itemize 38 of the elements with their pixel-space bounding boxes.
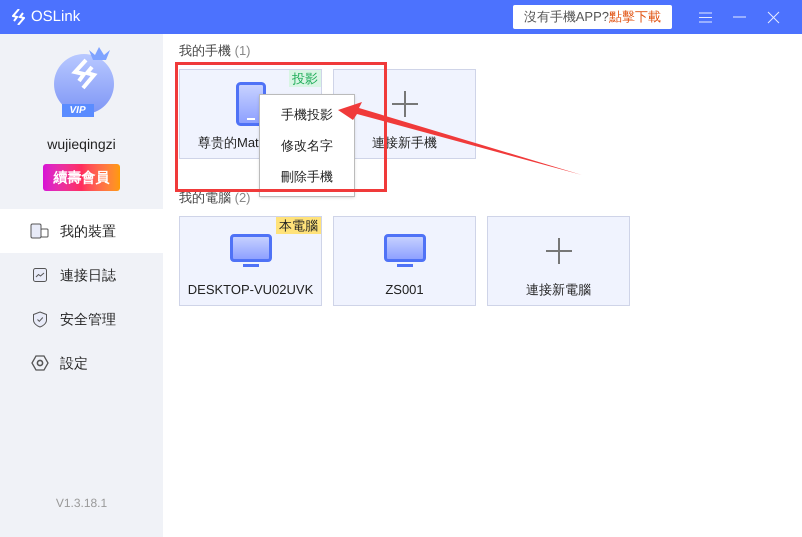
window-title: OSLink: [31, 6, 80, 27]
download-app-button[interactable]: 沒有手機APP?點擊下載: [512, 5, 672, 29]
sidebar-label: 設定: [60, 354, 88, 372]
shield-icon: [32, 310, 48, 328]
sidebar-label: 連接日誌: [60, 266, 116, 284]
minimize-icon: [732, 16, 746, 18]
device-name: 尊贵的Mat: [198, 135, 259, 151]
bolt-logo-icon: [12, 9, 25, 25]
devices-icon: [30, 223, 50, 239]
close-icon: [766, 10, 780, 24]
menu-icon: [698, 12, 712, 22]
section-title: 我的手機 (1): [179, 43, 251, 59]
device-tag: 本電腦: [276, 217, 321, 234]
plus-icon: [390, 90, 418, 118]
device-tag: 投影: [289, 70, 321, 87]
device-name: DESKTOP-VU02UVK: [188, 282, 314, 298]
device-card[interactable]: 本電腦 DESKTOP-VU02UVK: [179, 216, 322, 306]
version-label: V1.3.18.1: [56, 495, 108, 512]
device-name: 連接新電腦: [526, 282, 591, 298]
sidebar-label: 我的裝置: [60, 222, 116, 240]
section-title: 我的電腦 (2): [179, 190, 251, 206]
monitor-icon: [230, 234, 272, 268]
device-card[interactable]: 連接新電腦: [487, 216, 630, 306]
sidebar-label: 安全管理: [60, 310, 116, 328]
renew-membership-button[interactable]: 續壽會員: [43, 164, 120, 191]
device-name: ZS001: [385, 282, 424, 298]
username: wujieqingzi: [47, 135, 116, 154]
device-card[interactable]: ZS001: [333, 216, 476, 306]
sidebar-item[interactable]: 安全管理: [0, 297, 163, 341]
sidebar-item[interactable]: 設定: [0, 341, 163, 385]
settings-icon: [31, 355, 49, 371]
sidebar-item[interactable]: 連接日誌: [0, 253, 163, 297]
sidebar-item[interactable]: 我的裝置: [0, 209, 163, 253]
vip-badge: VIP: [62, 104, 94, 117]
chart-icon: [32, 267, 48, 283]
plus-icon: [544, 236, 572, 264]
menu-item[interactable]: 刪除手機: [281, 161, 333, 192]
monitor-icon: [384, 234, 426, 268]
